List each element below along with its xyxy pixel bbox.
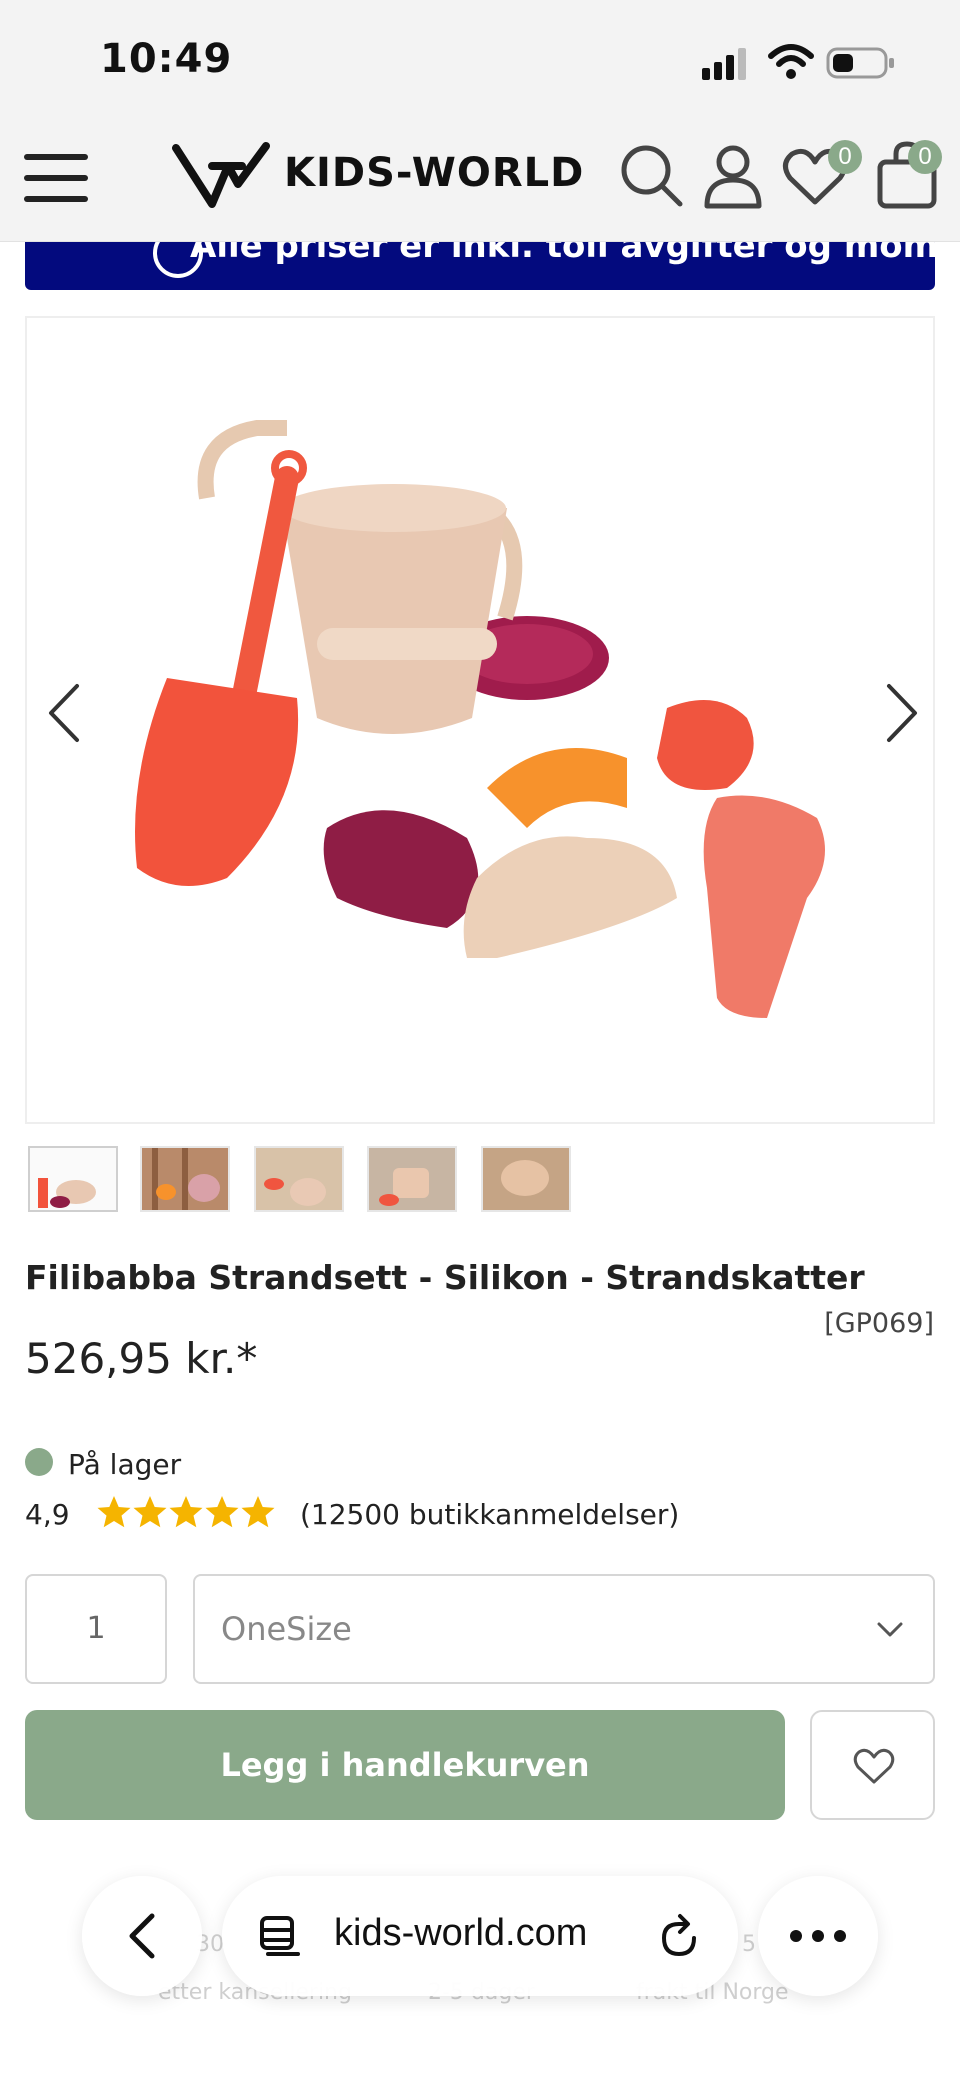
thumbnail-4[interactable] bbox=[367, 1146, 457, 1212]
back-chevron-icon bbox=[129, 1913, 155, 1959]
wifi-icon bbox=[768, 44, 814, 79]
rating-score: 4,9 bbox=[25, 1498, 70, 1531]
status-bar: 10:49 bbox=[0, 0, 960, 120]
size-select[interactable]: OneSize bbox=[193, 1574, 935, 1684]
usp-shipping-value: 5 bbox=[742, 1932, 756, 1957]
search-icon[interactable] bbox=[616, 140, 686, 210]
kids-world-logo[interactable] bbox=[172, 140, 272, 212]
battery-icon bbox=[826, 47, 894, 79]
user-account-icon[interactable] bbox=[698, 140, 768, 210]
thumbnail-5[interactable] bbox=[481, 1146, 571, 1212]
price-notice-banner: Alle priser er inkl. toll avgifter og mo… bbox=[25, 242, 935, 290]
cart-count-badge: 0 bbox=[908, 140, 942, 174]
size-selected-value: OneSize bbox=[221, 1610, 352, 1648]
browser-more-button[interactable] bbox=[758, 1876, 878, 1996]
logo-text[interactable]: KIDS-WORLD bbox=[284, 150, 584, 196]
product-image[interactable] bbox=[25, 316, 935, 1124]
chevron-down-icon bbox=[877, 1622, 903, 1637]
previous-image-arrow[interactable] bbox=[41, 678, 89, 748]
thumbnail-3[interactable] bbox=[254, 1146, 344, 1212]
browser-url-text: kids-world.com bbox=[334, 1912, 588, 1954]
thumbnail-1[interactable] bbox=[28, 1146, 118, 1212]
browser-bottom-backdrop bbox=[0, 2020, 960, 2078]
add-to-cart-button[interactable]: Legg i handlekurven bbox=[25, 1710, 785, 1820]
browser-back-button[interactable] bbox=[82, 1876, 202, 1996]
wishlist-count-badge: 0 bbox=[828, 140, 862, 174]
browser-address-bar[interactable]: kids-world.com bbox=[222, 1876, 738, 1996]
notice-text: Alle priser er inkl. toll avgifter og mo… bbox=[190, 242, 935, 266]
rating-stars-icon bbox=[97, 1496, 275, 1528]
reload-icon[interactable] bbox=[656, 1912, 702, 1960]
heart-icon bbox=[853, 1748, 895, 1784]
add-to-wishlist-button[interactable] bbox=[810, 1710, 935, 1820]
thumbnail-2[interactable] bbox=[140, 1146, 230, 1212]
quantity-input[interactable]: 1 bbox=[25, 1574, 167, 1684]
ellipsis-icon bbox=[790, 1930, 846, 1942]
beach-set-illustration bbox=[135, 420, 825, 1018]
product-title: Filibabba Strandsett - Silikon - Strands… bbox=[25, 1258, 865, 1297]
menu-icon[interactable] bbox=[22, 148, 92, 208]
status-time: 10:49 bbox=[100, 36, 233, 82]
review-count-link[interactable]: (12500 butikkanmeldelser) bbox=[300, 1498, 679, 1531]
product-sku: [GP069] bbox=[824, 1308, 934, 1339]
stock-status-text: På lager bbox=[68, 1448, 182, 1481]
next-image-arrow[interactable] bbox=[877, 678, 925, 748]
product-price: 526,95 kr.* bbox=[25, 1334, 258, 1383]
page-menu-icon[interactable] bbox=[258, 1914, 302, 1958]
cellular-signal-icon bbox=[702, 48, 746, 80]
stock-status-dot bbox=[25, 1448, 53, 1476]
